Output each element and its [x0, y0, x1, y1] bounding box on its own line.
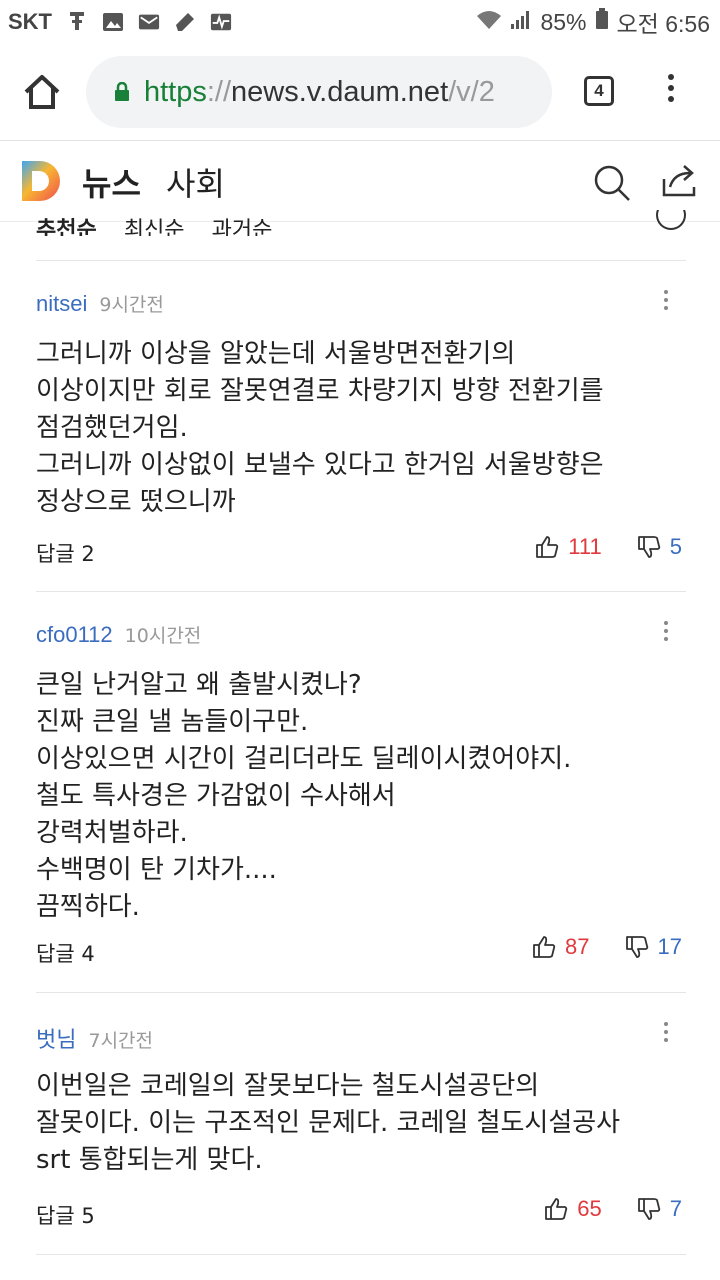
home-icon[interactable] — [22, 74, 62, 110]
thumbs-up-icon — [533, 936, 556, 958]
comment-footer: 답글 5 65 7 — [36, 1196, 686, 1230]
tab-switcher-button[interactable]: 4 — [584, 76, 614, 106]
divider — [36, 591, 686, 592]
thumbs-down-icon — [637, 536, 660, 558]
usb-icon — [66, 11, 88, 33]
search-icon[interactable] — [592, 163, 632, 203]
battery-icon — [595, 8, 609, 36]
status-bar: SKT 85% 오전 6:56 — [0, 0, 720, 44]
more-options-icon[interactable] — [662, 621, 670, 645]
reply-button[interactable]: 답글 4 — [36, 938, 95, 968]
clock: 오전 6:56 — [616, 11, 710, 37]
comment-footer: 답글 4 87 17 — [36, 934, 686, 968]
comment-sort-tabs: 추천순 최신순 과거순 — [36, 210, 686, 236]
daum-logo-icon[interactable] — [20, 159, 62, 203]
dislike-button[interactable]: 7 — [636, 1196, 682, 1222]
carrier-label: SKT — [8, 9, 52, 34]
comment-username[interactable]: cfo0112 — [36, 622, 113, 648]
mail-icon — [138, 11, 160, 33]
like-button[interactable]: 111 — [534, 534, 635, 560]
comment-item: nitsei 9시간전 그러니까 이상을 알았는데 서울방면전환기의 이상이지만… — [36, 290, 686, 521]
url-text: https://news.v.daum.net/v/2 — [144, 75, 495, 108]
comment-text: 큰일 난거알고 왜 출발시켰나? 진짜 큰일 낼 놈들이구만. 이상있으면 시간… — [36, 670, 572, 922]
share-icon[interactable] — [660, 163, 698, 199]
like-button[interactable]: 87 — [531, 934, 623, 960]
more-options-icon[interactable] — [662, 290, 670, 314]
section-title[interactable]: 뉴스 — [82, 159, 141, 205]
image-icon — [102, 11, 124, 33]
browser-toolbar: https://news.v.daum.net/v/2 4 — [0, 44, 720, 141]
more-menu-icon[interactable] — [662, 74, 680, 110]
reply-button[interactable]: 답글 2 — [36, 538, 95, 568]
pen-icon — [174, 11, 196, 33]
wifi-icon — [476, 9, 502, 36]
more-options-icon[interactable] — [662, 1022, 670, 1046]
divider — [36, 1254, 686, 1255]
dislike-count: 17 — [657, 934, 682, 959]
like-button[interactable]: 65 — [543, 1196, 635, 1222]
like-count: 87 — [565, 934, 590, 959]
thumbs-up-icon — [536, 536, 559, 558]
reply-button[interactable]: 답글 5 — [36, 1200, 95, 1230]
dislike-count: 7 — [669, 1196, 682, 1221]
lock-icon — [114, 81, 130, 102]
like-count: 111 — [568, 534, 602, 559]
activity-icon — [210, 11, 232, 33]
comment-username[interactable]: nitsei — [36, 291, 87, 317]
url-bar[interactable]: https://news.v.daum.net/v/2 — [86, 56, 552, 128]
comment-username[interactable]: 벗님 — [36, 1022, 76, 1054]
divider — [36, 992, 686, 993]
sort-option-oldest[interactable]: 과거순 — [212, 218, 273, 236]
subsection-title[interactable]: 사회 — [166, 159, 225, 205]
refresh-icon[interactable] — [656, 210, 686, 230]
thumbs-down-icon — [637, 1198, 660, 1220]
sort-option-latest[interactable]: 최신순 — [124, 218, 185, 236]
thumbs-down-icon — [625, 936, 648, 958]
comment-time: 7시간전 — [88, 1030, 154, 1052]
comment-item: 벗님 7시간전 이번일은 코레일의 잘못보다는 철도시설공단의 잘못이다. 이는… — [36, 1022, 686, 1179]
comment-item: cfo0112 10시간전 큰일 난거알고 왜 출발시켰나? 진짜 큰일 낼 놈… — [36, 621, 686, 926]
dislike-count: 5 — [669, 534, 682, 559]
sort-option-recommended[interactable]: 추천순 — [36, 218, 97, 236]
comment-time: 9시간전 — [99, 294, 164, 316]
comment-time: 10시간전 — [124, 625, 202, 647]
dislike-button[interactable]: 17 — [624, 934, 682, 960]
like-count: 65 — [577, 1196, 602, 1221]
comment-text: 그러니까 이상을 알았는데 서울방면전환기의 이상이지만 회로 잘못연결로 차량… — [36, 339, 604, 517]
thumbs-up-icon — [545, 1198, 568, 1220]
comment-footer: 답글 2 111 5 — [36, 534, 686, 568]
signal-icon — [510, 9, 532, 36]
battery-percent: 85% — [540, 8, 587, 35]
comment-text: 이번일은 코레일의 잘못보다는 철도시설공단의 잘못이다. 이는 구조적인 문제… — [36, 1071, 621, 1175]
divider — [36, 260, 686, 261]
dislike-button[interactable]: 5 — [636, 534, 682, 560]
